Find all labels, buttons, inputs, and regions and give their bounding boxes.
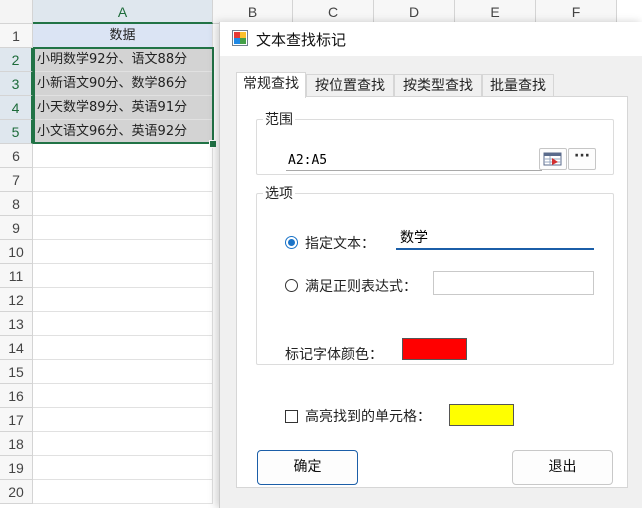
highlight-cells-checkbox[interactable] <box>285 410 298 423</box>
range-group: 范围 ··· <box>256 109 614 175</box>
row-header-1[interactable]: 1 <box>0 24 33 48</box>
row-header-12[interactable]: 12 <box>0 288 33 312</box>
options-group-legend: 选项 <box>265 186 293 202</box>
cell-a10[interactable] <box>33 240 213 264</box>
range-picker-button[interactable] <box>539 148 567 170</box>
specify-text-label: 指定文本： <box>305 236 375 252</box>
options-group: 选项 指定文本： 满足正则表达式： 标记字体颜色： <box>256 183 614 365</box>
specify-text-radio[interactable] <box>285 236 298 249</box>
cell-a15[interactable] <box>33 360 213 384</box>
column-header-d[interactable]: D <box>374 0 455 24</box>
tab-search-by-type[interactable]: 按类型查找 <box>394 74 482 97</box>
cell-a7[interactable] <box>33 168 213 192</box>
row-header-15[interactable]: 15 <box>0 360 33 384</box>
cell-a8[interactable] <box>33 192 213 216</box>
row-header-4[interactable]: 4 <box>0 96 33 120</box>
row-header-14[interactable]: 14 <box>0 336 33 360</box>
row-header-9[interactable]: 9 <box>0 216 33 240</box>
row-header-7[interactable]: 7 <box>0 168 33 192</box>
cell-a17[interactable] <box>33 408 213 432</box>
row-header-16[interactable]: 16 <box>0 384 33 408</box>
range-group-legend: 范围 <box>265 112 293 128</box>
column-header-c[interactable]: C <box>293 0 374 24</box>
row-header-10[interactable]: 10 <box>0 240 33 264</box>
column-header-e[interactable]: E <box>455 0 536 24</box>
cell-a13[interactable] <box>33 312 213 336</box>
column-header-b[interactable]: B <box>213 0 293 24</box>
row-header-8[interactable]: 8 <box>0 192 33 216</box>
row-header-11[interactable]: 11 <box>0 264 33 288</box>
dialog-titlebar[interactable]: 文本查找标记 <box>220 22 642 56</box>
regex-label: 满足正则表达式： <box>305 279 417 295</box>
specify-text-input[interactable] <box>396 226 594 250</box>
cell-a18[interactable] <box>33 432 213 456</box>
row-header-2[interactable]: 2 <box>0 48 33 72</box>
cell-a20[interactable] <box>33 480 213 504</box>
tab-batch-search[interactable]: 批量查找 <box>482 74 554 97</box>
row-header-19[interactable]: 19 <box>0 456 33 480</box>
tab-general-search[interactable]: 常规查找 <box>236 72 306 98</box>
cell-a1[interactable]: 数据 <box>33 24 213 48</box>
fill-handle[interactable] <box>209 140 217 148</box>
range-input[interactable] <box>286 150 542 171</box>
cell-a12[interactable] <box>33 288 213 312</box>
cell-a16[interactable] <box>33 384 213 408</box>
row-header-5[interactable]: 5 <box>0 120 33 144</box>
highlight-cells-label: 高亮找到的单元格： <box>305 409 431 425</box>
range-more-button[interactable]: ··· <box>568 148 596 170</box>
row-header-13[interactable]: 13 <box>0 312 33 336</box>
mark-color-swatch[interactable] <box>402 338 467 360</box>
cell-a11[interactable] <box>33 264 213 288</box>
cell-a19[interactable] <box>33 456 213 480</box>
cell-a5[interactable]: 小文语文96分、英语92分 <box>33 120 213 144</box>
exit-button[interactable]: 退出 <box>512 450 613 485</box>
tab-search-by-position[interactable]: 按位置查找 <box>306 74 394 97</box>
cell-a6[interactable] <box>33 144 213 168</box>
app-icon <box>232 30 248 46</box>
row-header-18[interactable]: 18 <box>0 432 33 456</box>
cell-a9[interactable] <box>33 216 213 240</box>
cell-a4[interactable]: 小天数学89分、英语91分 <box>33 96 213 120</box>
cell-a3[interactable]: 小新语文90分、数学86分 <box>33 72 213 96</box>
cell-a2[interactable]: 小明数学92分、语文88分 <box>33 48 213 72</box>
cell-a14[interactable] <box>33 336 213 360</box>
mark-color-label: 标记字体颜色： <box>285 347 383 363</box>
ok-button[interactable]: 确定 <box>257 450 358 485</box>
column-header-f[interactable]: F <box>536 0 617 24</box>
highlight-color-swatch[interactable] <box>449 404 514 426</box>
column-header-a[interactable]: A <box>33 0 213 24</box>
select-all-corner[interactable] <box>0 0 33 24</box>
tab-panel-general: 范围 ··· 选项 指定文本： 满足正则表达式： <box>236 96 628 488</box>
dialog-title: 文本查找标记 <box>256 31 347 49</box>
row-header-20[interactable]: 20 <box>0 480 33 504</box>
range-picker-icon <box>543 152 562 166</box>
row-header-17[interactable]: 17 <box>0 408 33 432</box>
regex-input[interactable] <box>433 271 594 295</box>
find-mark-dialog: 文本查找标记 常规查找 按位置查找 按类型查找 批量查找 范围 ··· <box>219 22 642 508</box>
row-header-3[interactable]: 3 <box>0 72 33 96</box>
regex-radio[interactable] <box>285 279 298 292</box>
row-header-6[interactable]: 6 <box>0 144 33 168</box>
